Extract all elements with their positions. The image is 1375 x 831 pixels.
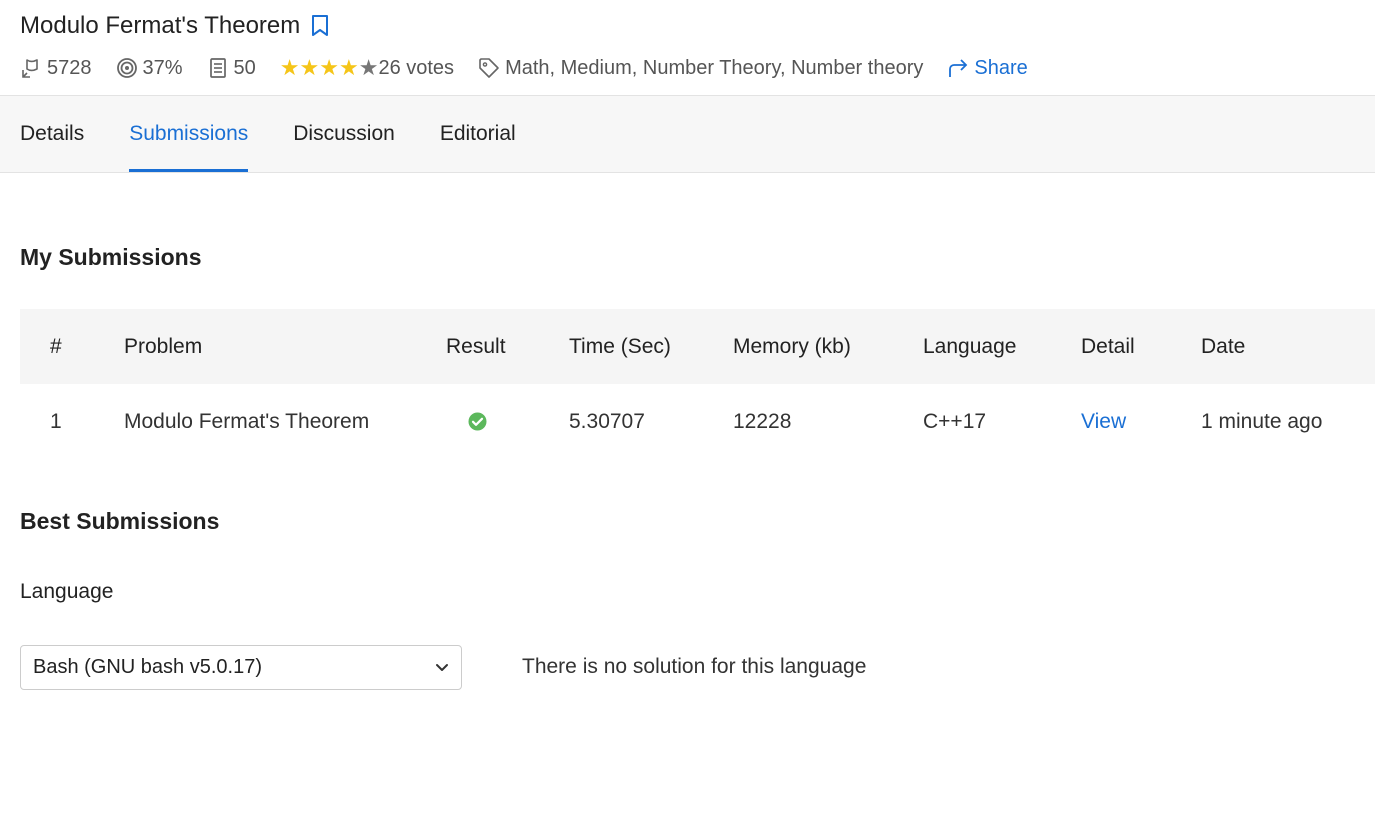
column-header-language: Language	[923, 334, 1017, 358]
submissions-table: # Problem Result Time (Sec) Memory (kb) …	[20, 309, 1375, 459]
table-row: 1 Modulo Fermat's Theorem 5.30707 12228 …	[20, 384, 1375, 459]
star-icon[interactable]: ★	[319, 57, 339, 79]
solved-user-icon	[22, 59, 38, 78]
column-header-problem: Problem	[124, 334, 203, 358]
solved-count: 5728	[20, 57, 92, 80]
bookmark-icon[interactable]	[310, 15, 330, 37]
share-arrow-icon	[949, 59, 968, 77]
language-label: Language	[20, 580, 114, 603]
tag-icon	[479, 58, 499, 78]
column-header-index: #	[50, 334, 62, 358]
tag-list: Math, Medium, Number Theory, Number theo…	[505, 56, 924, 79]
my-submissions-heading: My Submissions	[20, 244, 202, 270]
share-button[interactable]: Share	[947, 57, 1028, 80]
chevron-down-icon	[433, 658, 451, 682]
star-icon[interactable]: ★	[359, 57, 379, 79]
view-link[interactable]: View	[1081, 410, 1126, 434]
column-header-result: Result	[446, 334, 506, 358]
column-header-date: Date	[1201, 334, 1246, 358]
row-date: 1 minute ago	[1201, 409, 1323, 433]
votes-count: 26 votes	[378, 56, 455, 79]
check-circle-icon	[468, 412, 487, 437]
row-time: 5.30707	[569, 409, 645, 433]
star-icon[interactable]: ★	[300, 57, 320, 79]
column-header-memory: Memory (kb)	[733, 334, 851, 358]
table-header: # Problem Result Time (Sec) Memory (kb) …	[20, 309, 1375, 384]
row-problem: Modulo Fermat's Theorem	[124, 409, 370, 433]
language-select-value: Bash (GNU bash v5.0.17)	[33, 656, 262, 678]
problem-header: Modulo Fermat's Theorem 5728 37% 50 ★ ★ ★ ★…	[0, 0, 1375, 96]
tab-bar: Details Submissions Discussion Editorial	[0, 96, 1375, 173]
page-title: Modulo Fermat's Theorem	[20, 12, 301, 39]
column-header-detail: Detail	[1081, 334, 1135, 358]
row-index: 1	[50, 409, 62, 433]
row-memory: 12228	[733, 409, 792, 433]
star-icon[interactable]: ★	[339, 57, 359, 79]
success-rate: 37%	[116, 57, 183, 80]
tab-details[interactable]: Details	[20, 96, 84, 172]
tab-editorial[interactable]: Editorial	[440, 96, 516, 172]
rating-stars[interactable]: ★ ★ ★ ★ ★ 26 votes	[280, 57, 454, 80]
target-icon	[116, 58, 137, 78]
document-list-icon	[209, 58, 226, 78]
tab-discussion[interactable]: Discussion	[293, 96, 395, 172]
row-language: C++17	[923, 409, 987, 433]
column-header-time: Time (Sec)	[569, 334, 671, 358]
empty-message: There is no solution for this language	[522, 655, 867, 678]
best-submissions-heading: Best Submissions	[20, 508, 220, 534]
submissions-count: 50	[207, 57, 256, 80]
star-icon[interactable]: ★	[280, 57, 300, 79]
language-select[interactable]: Bash (GNU bash v5.0.17)	[20, 645, 462, 690]
tab-submissions[interactable]: Submissions	[129, 96, 249, 172]
tags: Math, Medium, Number Theory, Number theo…	[478, 57, 923, 80]
